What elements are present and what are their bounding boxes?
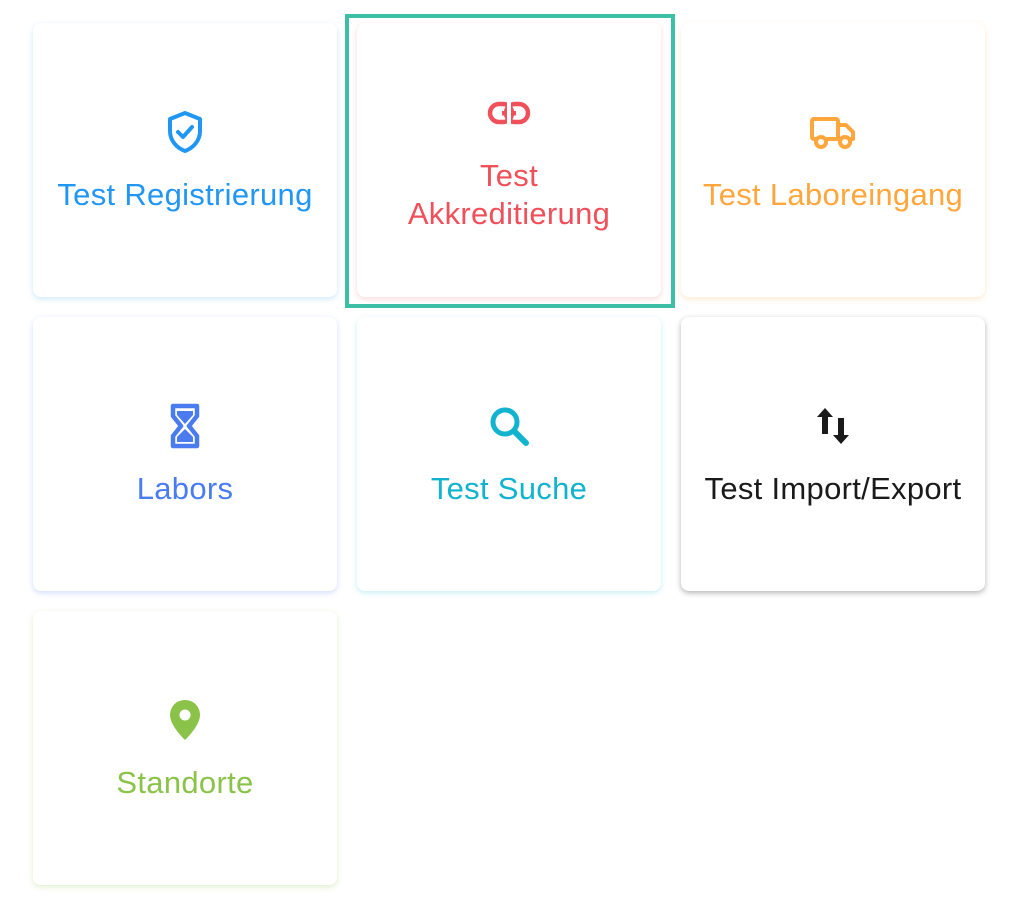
tile-label: Test Import/Export — [704, 471, 962, 506]
tile-test-akkreditierung[interactable]: Test Akkreditierung — [357, 23, 661, 297]
tile-test-suche[interactable]: Test Suche — [357, 317, 661, 591]
tile-label: Test Akkreditierung — [407, 158, 611, 231]
tile-label: Test Suche — [430, 471, 588, 506]
search-icon — [483, 400, 535, 452]
map-pin-icon — [159, 694, 211, 746]
tile-label: Labors — [136, 471, 234, 506]
shield-check-icon — [159, 106, 211, 158]
link-icon — [483, 87, 535, 139]
truck-icon — [807, 106, 859, 158]
swap-vertical-icon — [807, 400, 859, 452]
tile-label: Test Registrierung — [57, 177, 313, 212]
tile-test-import-export[interactable]: Test Import/Export — [681, 317, 985, 591]
hourglass-icon — [159, 400, 211, 452]
tile-test-laboreingang[interactable]: Test Laboreingang — [681, 23, 985, 297]
tile-label: Standorte — [116, 765, 254, 800]
tile-test-registrierung[interactable]: Test Registrierung — [33, 23, 337, 297]
tile-standorte[interactable]: Standorte — [33, 611, 337, 885]
tile-labors[interactable]: Labors — [33, 317, 337, 591]
tile-label: Test Laboreingang — [702, 177, 964, 212]
